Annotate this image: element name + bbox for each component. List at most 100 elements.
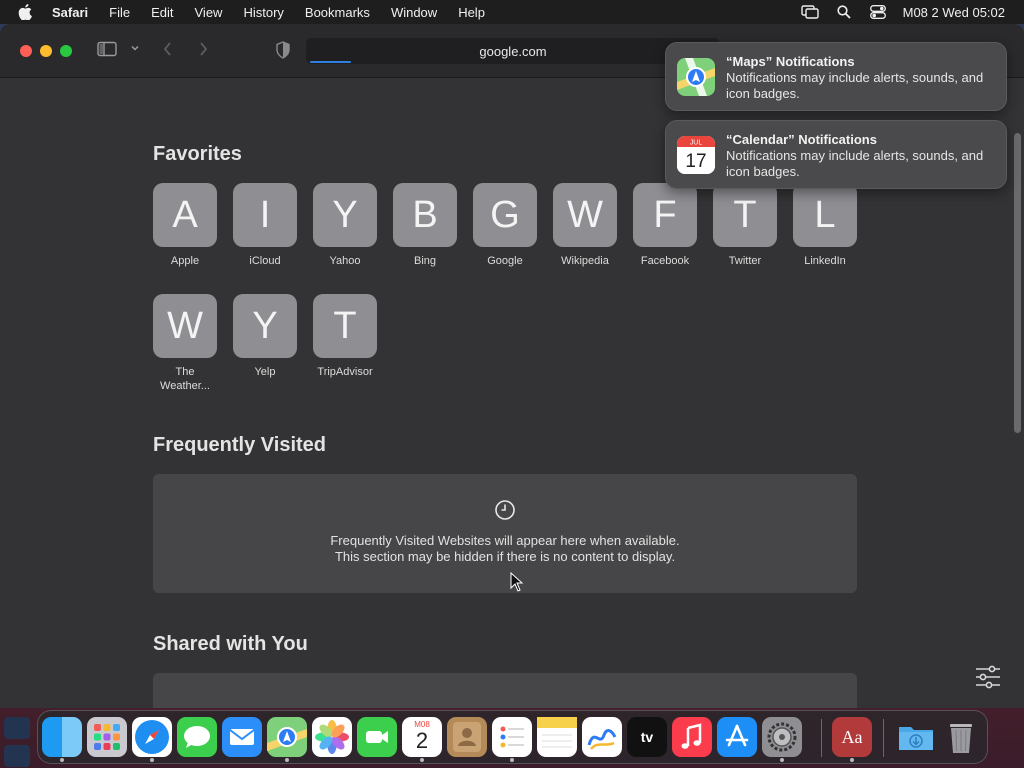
apple-tv-label: tv [640, 729, 654, 745]
favorite-label[interactable]: Yahoo [305, 254, 385, 268]
menu-view[interactable]: View [195, 5, 223, 20]
favorite-item[interactable]: W Wikipedia [545, 183, 625, 268]
menu-bar: Safari File Edit View History Bookmarks … [0, 0, 1024, 24]
favorite-tile-letter[interactable]: W [153, 294, 217, 358]
clock-icon [494, 499, 516, 526]
freeform-icon[interactable] [582, 717, 622, 757]
desktop-widget[interactable] [4, 745, 30, 767]
favorite-tile-letter[interactable]: L [793, 183, 857, 247]
calendar-icon-month: JUL [690, 140, 703, 147]
favorite-item[interactable]: G Google [465, 183, 545, 268]
menu-window[interactable]: Window [391, 5, 437, 20]
menu-app-name[interactable]: Safari [52, 5, 88, 20]
mouse-cursor-icon [510, 571, 524, 597]
favorite-item[interactable]: Y Yahoo [305, 183, 385, 268]
facetime-icon[interactable] [357, 717, 397, 757]
chevron-down-icon[interactable] [130, 43, 140, 53]
apple-tv-icon[interactable]: tv [627, 717, 667, 757]
favorite-label[interactable]: LinkedIn [785, 254, 865, 268]
favorite-label[interactable]: Facebook [625, 254, 705, 268]
app-store-icon[interactable] [717, 717, 757, 757]
running-indicator [780, 758, 784, 762]
menu-file[interactable]: File [109, 5, 130, 20]
menu-history[interactable]: History [243, 5, 283, 20]
favorite-tile-letter[interactable]: A [153, 183, 217, 247]
calendar-dock-icon[interactable]: M08 2 [402, 717, 442, 757]
apple-menu-icon[interactable] [18, 4, 34, 20]
downloads-folder-icon[interactable] [896, 717, 936, 757]
screen-mirroring-icon[interactable] [800, 5, 819, 19]
vertical-scrollbar[interactable] [1014, 133, 1021, 433]
favorite-tile-letter[interactable]: B [393, 183, 457, 247]
menu-edit[interactable]: Edit [151, 5, 173, 20]
mail-icon[interactable] [222, 717, 262, 757]
favorite-item[interactable]: Y Yelp [225, 294, 305, 379]
reminders-icon[interactable] [492, 717, 532, 757]
menu-bar-clock[interactable]: M08 2 Wed 05:02 [903, 5, 1005, 20]
favorite-item[interactable]: F Facebook [625, 183, 705, 268]
favorites-heading: Favorites [153, 143, 242, 165]
customize-start-page-icon[interactable] [974, 665, 1002, 694]
launchpad-icon[interactable] [87, 717, 127, 757]
menu-bookmarks[interactable]: Bookmarks [305, 5, 370, 20]
forward-icon[interactable] [197, 41, 209, 57]
minimize-window-button[interactable] [40, 45, 52, 57]
address-bar-url[interactable]: google.com [479, 44, 546, 59]
favorite-item[interactable]: W The Weather... [145, 294, 225, 393]
maps-notification[interactable]: “Maps” Notifications Notifications may i… [665, 42, 1007, 111]
music-icon[interactable] [672, 717, 712, 757]
favorite-tile-letter[interactable]: T [313, 294, 377, 358]
favorite-tile-letter[interactable]: G [473, 183, 537, 247]
desktop-widget[interactable] [4, 717, 30, 739]
favorite-tile-letter[interactable]: W [553, 183, 617, 247]
messages-icon[interactable] [177, 717, 217, 757]
favorite-item[interactable]: IiCloud [225, 183, 305, 268]
favorite-item[interactable]: L LinkedIn [785, 183, 865, 268]
system-settings-icon[interactable] [762, 717, 802, 757]
favorite-tile-letter[interactable]: T [713, 183, 777, 247]
notification-title: “Calendar” Notifications [726, 132, 877, 147]
calendar-notification[interactable]: JUL 17 “Calendar” Notifications Notifica… [665, 120, 1007, 189]
favorite-tile-letter[interactable]: Y [313, 183, 377, 247]
spotlight-search-icon[interactable] [835, 5, 853, 19]
favorite-label[interactable]: TripAdvisor [317, 365, 373, 379]
address-bar[interactable]: google.com [306, 38, 720, 64]
close-window-button[interactable] [20, 45, 32, 57]
contacts-icon[interactable] [447, 717, 487, 757]
dictionary-icon[interactable]: Aa [832, 717, 872, 757]
menu-help[interactable]: Help [458, 5, 485, 20]
favorite-label[interactable]: Twitter [705, 254, 785, 268]
favorite-item[interactable]: T Twitter [705, 183, 785, 268]
dock: M08 2 tv Aa [37, 710, 988, 764]
favorite-label[interactable]: Apple [145, 254, 225, 268]
favorite-label[interactable]: Google [465, 254, 545, 268]
back-icon[interactable] [162, 41, 174, 57]
notes-icon[interactable] [537, 717, 577, 757]
favorite-label[interactable]: The Weather... [157, 365, 213, 393]
favorite-item[interactable]: A Apple [145, 183, 225, 268]
favorite-item[interactable]: B Bing [385, 183, 465, 268]
favorite-label[interactable]: Wikipedia [545, 254, 625, 268]
control-center-icon[interactable] [869, 5, 887, 19]
favorite-label[interactable]: iCloud [225, 254, 305, 268]
sidebar-toggle-icon[interactable] [97, 41, 117, 57]
privacy-shield-icon[interactable] [275, 41, 291, 59]
notification-title: “Maps” Notifications [726, 54, 855, 69]
safari-app-icon[interactable] [132, 717, 172, 757]
frequently-visited-message-line1: Frequently Visited Websites will appear … [330, 533, 680, 548]
favorite-tile-letter[interactable]: I [233, 183, 297, 247]
calendar-icon-day: 17 [685, 151, 706, 172]
maps-icon[interactable] [267, 717, 307, 757]
zoom-window-button[interactable] [60, 45, 72, 57]
running-indicator [285, 758, 289, 762]
favorite-tile-letter[interactable]: Y [233, 294, 297, 358]
favorite-item[interactable]: T TripAdvisor [305, 294, 385, 379]
running-indicator [60, 758, 64, 762]
trash-icon[interactable] [941, 717, 981, 757]
running-indicator [150, 758, 154, 762]
finder-icon[interactable] [42, 717, 82, 757]
favorite-label[interactable]: Yelp [225, 365, 305, 379]
photos-icon[interactable] [312, 717, 352, 757]
favorite-label[interactable]: Bing [385, 254, 465, 268]
favorite-tile-letter[interactable]: F [633, 183, 697, 247]
